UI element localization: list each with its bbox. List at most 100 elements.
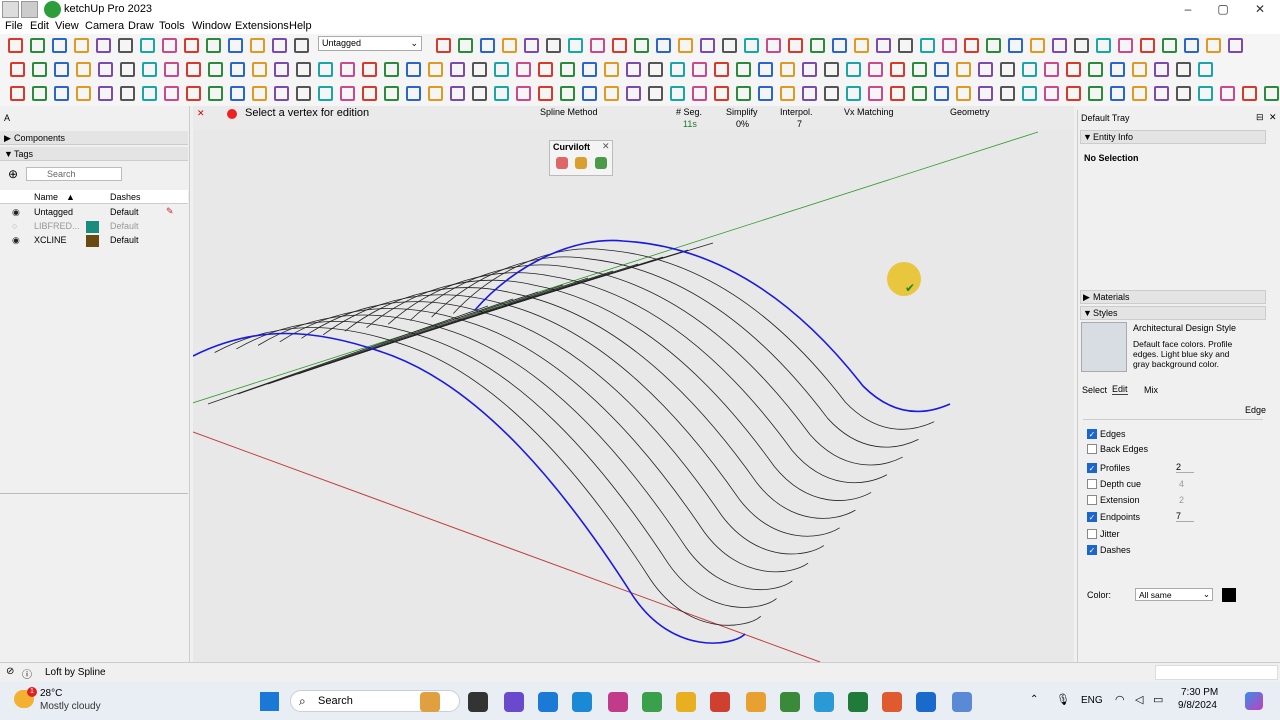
toolbar-tool-icon[interactable]	[494, 86, 509, 101]
menu-tools[interactable]: Tools	[159, 20, 185, 32]
taskbar-app-icon[interactable]	[504, 692, 524, 712]
toolbar-tool-icon[interactable]	[294, 38, 309, 53]
toolbar-tool-icon[interactable]	[604, 62, 619, 77]
search-icon[interactable]	[21, 1, 38, 18]
tag-search-input[interactable]: Search	[26, 167, 122, 181]
toolbar-tool-icon[interactable]	[52, 38, 67, 53]
toolbar-tool-icon[interactable]	[1000, 62, 1015, 77]
battery-icon[interactable]: ▭	[1153, 693, 1163, 706]
toolbar-tool-icon[interactable]	[142, 62, 157, 77]
toolbar-tool-icon[interactable]	[296, 86, 311, 101]
toolbar-tool-icon[interactable]	[538, 86, 553, 101]
tags-header[interactable]: ▼ Tags	[0, 147, 188, 161]
toolbar-tool-icon[interactable]	[626, 62, 641, 77]
menu-draw[interactable]: Draw	[128, 20, 154, 32]
toolbar-tool-icon[interactable]	[494, 62, 509, 77]
toolbar-tool-icon[interactable]	[1096, 38, 1111, 53]
toolbar-tool-icon[interactable]	[832, 38, 847, 53]
toolbar-tool-icon[interactable]	[1030, 38, 1045, 53]
toolbar-tool-icon[interactable]	[296, 62, 311, 77]
extension-checkbox[interactable]	[1087, 495, 1097, 505]
taskbar-app-icon[interactable]	[814, 692, 834, 712]
toolbar-tool-icon[interactable]	[736, 86, 751, 101]
taskbar-app-icon[interactable]	[538, 692, 558, 712]
toolbar-tool-icon[interactable]	[890, 86, 905, 101]
toolbar-tool-icon[interactable]	[318, 62, 333, 77]
mic-icon[interactable]: 🎙	[1056, 693, 1070, 706]
toolbar-tool-icon[interactable]	[722, 38, 737, 53]
toolbar-tool-icon[interactable]	[626, 86, 641, 101]
toolbar-tool-icon[interactable]	[546, 38, 561, 53]
toolbar-tool-icon[interactable]	[920, 38, 935, 53]
toolbar-tool-icon[interactable]	[560, 62, 575, 77]
toolbar-tool-icon[interactable]	[164, 86, 179, 101]
toolbar-tool-icon[interactable]	[766, 38, 781, 53]
back-edges-checkbox[interactable]	[1087, 444, 1097, 454]
toolbar-tool-icon[interactable]	[714, 86, 729, 101]
toolbar-tool-icon[interactable]	[582, 62, 597, 77]
toolbar-tool-icon[interactable]	[648, 86, 663, 101]
toolbar-tool-icon[interactable]	[252, 62, 267, 77]
toolbar-tool-icon[interactable]	[934, 62, 949, 77]
extension-value[interactable]: 2	[1179, 495, 1184, 505]
toolbar-tool-icon[interactable]	[186, 86, 201, 101]
model-viewport[interactable]: ✕ Select a vertex for edition Spline Met…	[193, 106, 1074, 662]
toolbar-tool-icon[interactable]	[634, 38, 649, 53]
toolbar-tool-icon[interactable]	[890, 62, 905, 77]
toolbar-tool-icon[interactable]	[428, 86, 443, 101]
style-thumbnail[interactable]	[1081, 322, 1127, 372]
toolbar-tool-icon[interactable]	[472, 86, 487, 101]
toolbar-tool-icon[interactable]	[1118, 38, 1133, 53]
toolbar-tool-icon[interactable]	[802, 62, 817, 77]
menu-file[interactable]: File	[5, 20, 23, 32]
toolbar-tool-icon[interactable]	[206, 38, 221, 53]
toolbar-tool-icon[interactable]	[184, 38, 199, 53]
toolbar-tool-icon[interactable]	[1154, 62, 1169, 77]
tag-color-swatch[interactable]	[86, 221, 99, 233]
toolbar-tool-icon[interactable]	[582, 86, 597, 101]
toolbar-tool-icon[interactable]	[1066, 86, 1081, 101]
tag-row[interactable]: ◉ Untagged Default ✎	[0, 206, 188, 220]
toolbar-tool-icon[interactable]	[274, 62, 289, 77]
toolbar-tool-icon[interactable]	[648, 62, 663, 77]
entity-info-header[interactable]: ▼ Entity Info	[1080, 130, 1266, 144]
toolbar-tool-icon[interactable]	[54, 62, 69, 77]
tag-dashes[interactable]: Default	[110, 235, 139, 245]
toolbar-tool-icon[interactable]	[1206, 38, 1221, 53]
start-icon[interactable]	[260, 692, 279, 711]
taskbar-app-icon[interactable]	[468, 692, 488, 712]
tag-color-swatch[interactable]	[86, 235, 99, 247]
toolbar-tool-icon[interactable]	[1022, 62, 1037, 77]
tab-mix[interactable]: Mix	[1144, 385, 1158, 395]
toolbar-tool-icon[interactable]	[272, 38, 287, 53]
toolbar-tool-icon[interactable]	[1220, 86, 1235, 101]
toolbar-tool-icon[interactable]	[604, 86, 619, 101]
menu-edit[interactable]: Edit	[30, 20, 49, 32]
toolbar-tool-icon[interactable]	[142, 86, 157, 101]
taskbar-app-icon[interactable]	[572, 692, 592, 712]
tab-edit[interactable]: Edit	[1112, 384, 1128, 395]
tag-dashes[interactable]: Default	[110, 221, 139, 231]
toolbar-tool-icon[interactable]	[164, 62, 179, 77]
toolbar-tool-icon[interactable]	[692, 62, 707, 77]
materials-header[interactable]: ▶ Materials	[1080, 290, 1266, 304]
add-tag-icon[interactable]: ⊕	[8, 167, 18, 181]
toolbar-tool-icon[interactable]	[956, 86, 971, 101]
toolbar-tool-icon[interactable]	[758, 86, 773, 101]
toolbar-tool-icon[interactable]	[670, 86, 685, 101]
menu-help[interactable]: Help	[289, 20, 312, 32]
tag-dropdown[interactable]: Untagged ⌄	[318, 36, 422, 51]
menu-extensions[interactable]: Extensions	[235, 20, 289, 32]
close-icon[interactable]: ✕	[1269, 112, 1277, 123]
menu-view[interactable]: View	[55, 20, 79, 32]
toolbar-tool-icon[interactable]	[744, 38, 759, 53]
toolbar-tool-icon[interactable]	[76, 86, 91, 101]
toolbar-tool-icon[interactable]	[32, 62, 47, 77]
toolbar-tool-icon[interactable]	[98, 62, 113, 77]
toolbar-tool-icon[interactable]	[1176, 86, 1191, 101]
info-icon[interactable]: ⓘ	[22, 666, 32, 681]
pin-icon[interactable]: ⊟	[1256, 112, 1264, 123]
toolbar-tool-icon[interactable]	[1088, 62, 1103, 77]
toolbar-tool-icon[interactable]	[230, 86, 245, 101]
depth-cue-checkbox[interactable]	[1087, 479, 1097, 489]
